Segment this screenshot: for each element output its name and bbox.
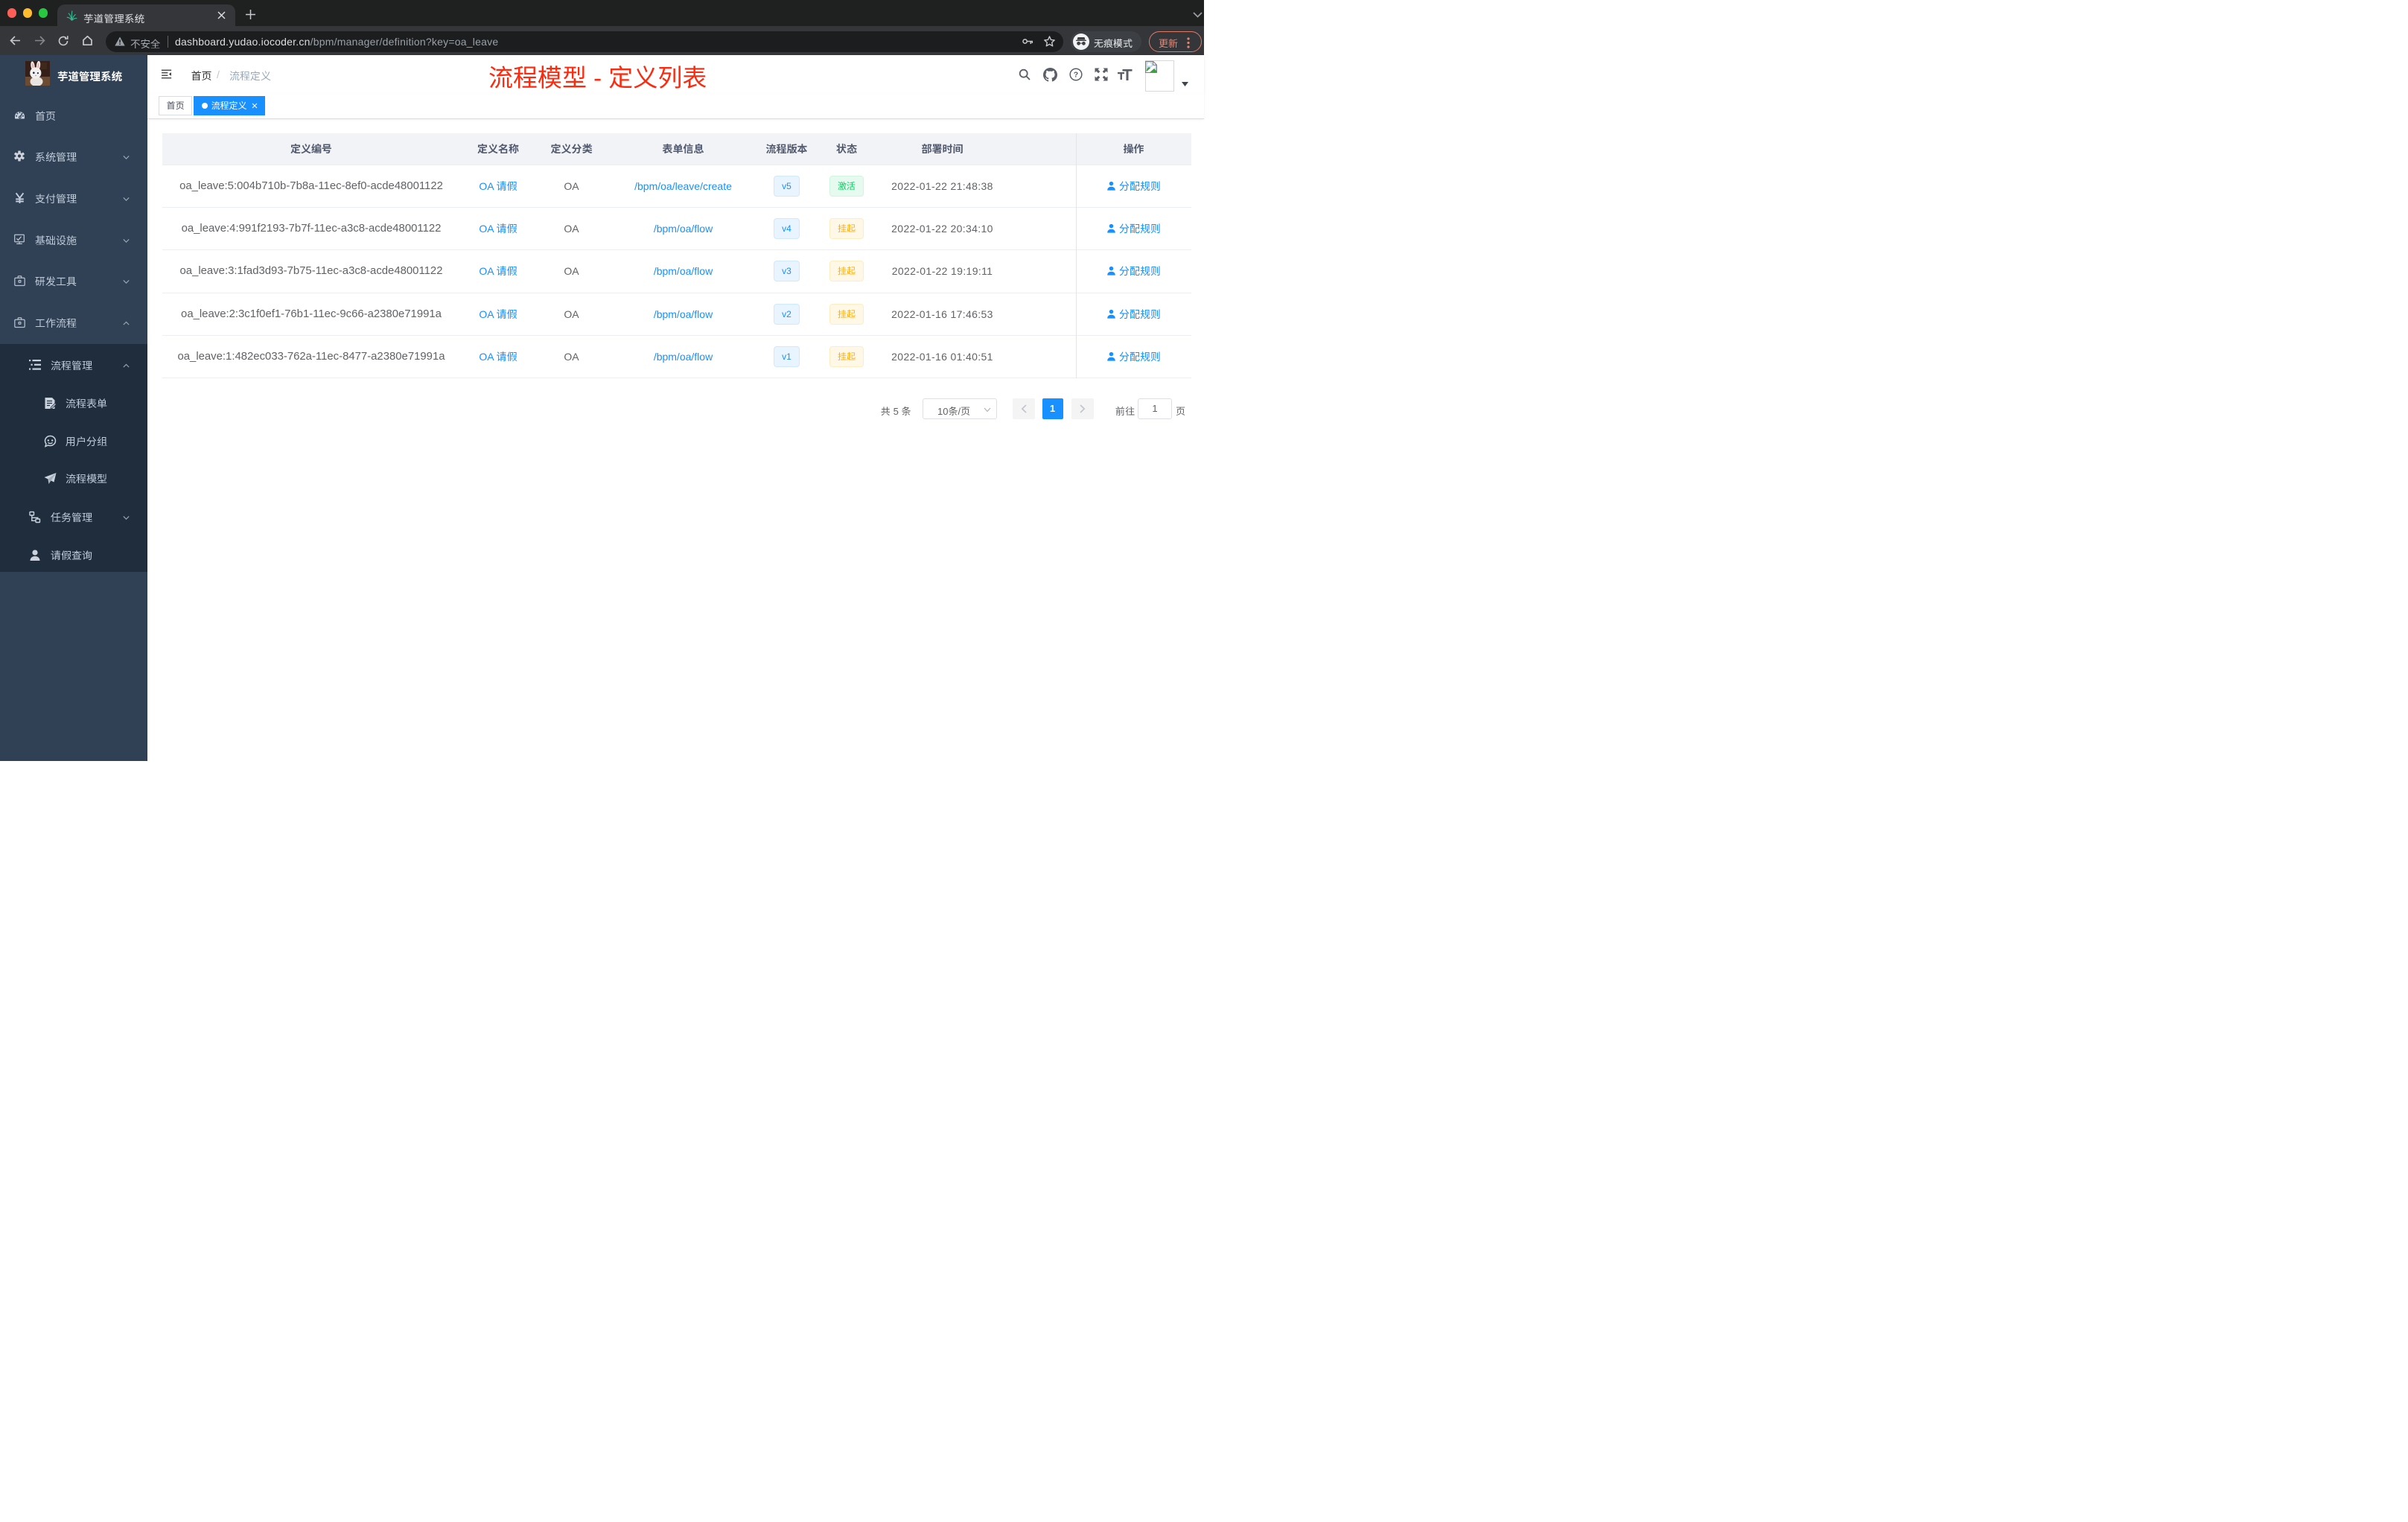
svg-text:?: ?	[1074, 71, 1078, 80]
